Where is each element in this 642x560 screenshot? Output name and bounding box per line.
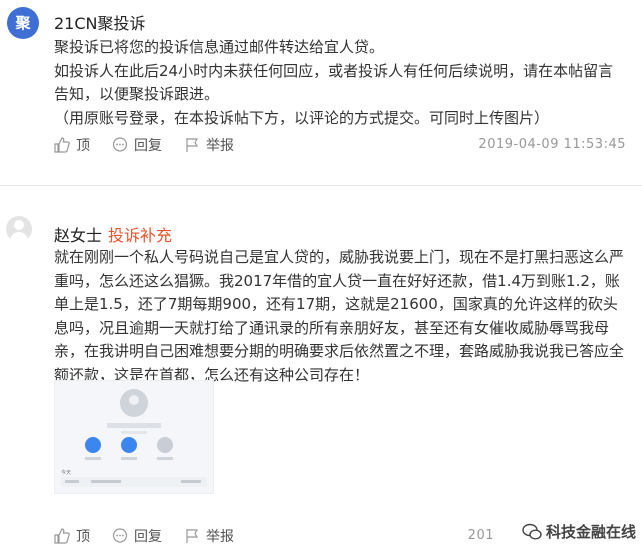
- divider: [0, 185, 642, 186]
- thumbs-up-icon: [54, 137, 70, 153]
- like-button[interactable]: 顶: [54, 135, 90, 155]
- avatar[interactable]: 聚: [7, 7, 39, 39]
- reply-button[interactable]: 回复: [112, 135, 162, 155]
- flag-icon: [186, 529, 199, 543]
- report-label: 举报: [206, 529, 234, 545]
- report-button[interactable]: 举报: [184, 526, 234, 546]
- post-paragraph: 就在刚刚一个私人号码说自己是宜人贷的，威胁我说要上门，现在不是打黑扫恶这么严重吗…: [54, 248, 625, 384]
- author-line: 赵女士 投诉补充: [54, 222, 172, 246]
- author-name[interactable]: 赵女士: [54, 226, 102, 245]
- like-label: 顶: [76, 529, 90, 545]
- thumbs-up-icon: [54, 528, 70, 544]
- report-label: 举报: [206, 138, 234, 154]
- attached-image[interactable]: 今天: [54, 380, 214, 494]
- comment-icon: [112, 137, 128, 152]
- post-timestamp: 201: [467, 528, 494, 543]
- post-actions: 顶 回复 举报: [54, 526, 256, 546]
- comment-icon: [112, 528, 128, 543]
- post-body: 聚投诉已将您的投诉信息通过邮件转达给宜人贷。 如投诉人在此后24小时内未获任何回…: [54, 36, 624, 130]
- post-actions: 顶 回复 举报: [54, 135, 256, 155]
- watermark: 科技金融在线: [522, 521, 636, 542]
- post-paragraph: （用原账号登录，在本投诉帖下方，以评论的方式提交。可同时上传图片）: [54, 108, 550, 127]
- post-body: 就在刚刚一个私人号码说自己是宜人贷的，威胁我说要上门，现在不是打黑扫恶这么严重吗…: [54, 246, 624, 387]
- reply-label: 回复: [134, 529, 162, 545]
- wechat-icon: [522, 523, 542, 540]
- complaint-tag: 投诉补充: [108, 226, 173, 245]
- like-button[interactable]: 顶: [54, 526, 90, 546]
- like-label: 顶: [76, 138, 90, 154]
- post-paragraph: 如投诉人在此后24小时内未获任何回应，或者投诉人有任何后续说明，请在本帖留言告知…: [54, 61, 614, 104]
- watermark-text: 科技金融在线: [545, 523, 636, 541]
- reply-label: 回复: [134, 138, 162, 154]
- report-button[interactable]: 举报: [184, 135, 234, 155]
- screenshot-today-label: 今天: [61, 470, 72, 476]
- post-timestamp: 2019-04-09 11:53:45: [478, 137, 626, 152]
- post-paragraph: 聚投诉已将您的投诉信息通过邮件转达给宜人贷。: [54, 38, 385, 56]
- avatar[interactable]: [6, 216, 32, 242]
- reply-button[interactable]: 回复: [112, 526, 162, 546]
- author-name[interactable]: 21CN聚投诉: [54, 10, 146, 34]
- flag-icon: [186, 138, 199, 152]
